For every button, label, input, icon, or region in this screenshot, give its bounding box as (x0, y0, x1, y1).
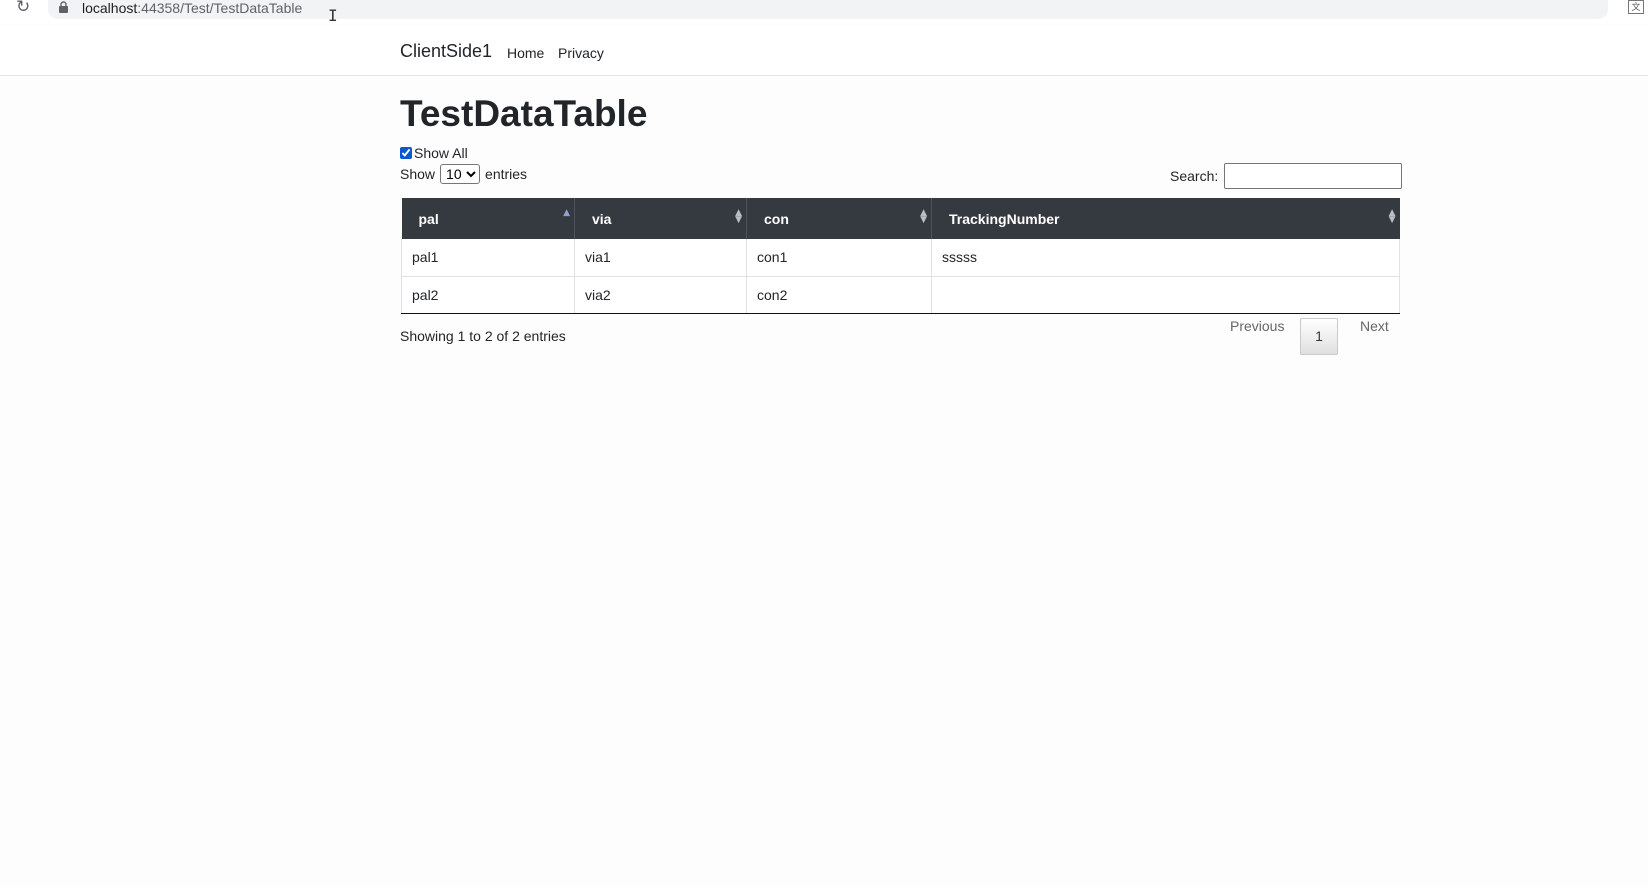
column-header-pal[interactable]: pal ▲ (401, 198, 575, 239)
search-label: Search: (1170, 168, 1219, 184)
sort-both-icon: ▲ ▼ (1388, 208, 1396, 225)
nav-link-privacy[interactable]: Privacy (558, 45, 604, 61)
show-all-label: Show All (414, 145, 468, 161)
page-title: TestDataTable (400, 93, 648, 134)
previous-button[interactable]: Previous (1230, 318, 1284, 334)
entries-length-control: Show 10 entries (400, 164, 527, 184)
url-text: localhost:44358/Test/TestDataTable (82, 0, 303, 16)
navbar: ClientSide1 Home Privacy (0, 25, 1648, 76)
table-cell: con1 (746, 239, 932, 277)
show-all-checkbox[interactable] (400, 147, 412, 159)
reload-icon[interactable]: ↻ (16, 0, 30, 17)
column-header-via[interactable]: via ▲ ▼ (574, 198, 747, 239)
column-header-label: via (592, 210, 612, 227)
table-header-row: pal ▲ via ▲ ▼ con ▲ ▼ TrackingNumber ▲ ▼ (401, 198, 1400, 239)
table-row[interactable]: pal2 via2 con2 (401, 276, 1400, 314)
table-cell: sssss (931, 239, 1400, 277)
text-cursor-icon: I (328, 6, 338, 25)
sort-both-icon: ▲ ▼ (735, 208, 742, 225)
next-button[interactable]: Next (1360, 318, 1389, 334)
column-header-trackingnumber[interactable]: TrackingNumber ▲ ▼ (931, 198, 1400, 239)
navbar-brand[interactable]: ClientSide1 (400, 41, 492, 62)
table-cell: pal2 (401, 276, 575, 314)
column-header-label: pal (418, 210, 439, 227)
sort-both-icon: ▲ ▼ (920, 208, 927, 225)
search-input[interactable] (1224, 163, 1403, 189)
length-prefix: Show (400, 166, 436, 182)
data-table: pal ▲ via ▲ ▼ con ▲ ▼ TrackingNumber ▲ ▼ pa… (401, 198, 1400, 314)
column-header-label: con (764, 210, 789, 227)
table-info: Showing 1 to 2 of 2 entries (400, 328, 566, 344)
length-suffix: entries (485, 166, 528, 182)
browser-address-bar: ↻ localhost:44358/Test/TestDataTable I 文 (0, 0, 1648, 25)
table-cell: via2 (574, 276, 747, 314)
nav-link-home[interactable]: Home (507, 45, 544, 61)
column-header-con[interactable]: con ▲ ▼ (746, 198, 932, 239)
sort-ascending-icon: ▲ (563, 208, 570, 218)
table-cell: con2 (746, 276, 932, 314)
show-all-toggle[interactable]: Show All (400, 145, 468, 161)
search-control: Search: (1170, 163, 1403, 189)
table-cell: pal1 (401, 239, 575, 277)
table-row[interactable]: pal1 via1 con1 sssss (401, 239, 1400, 277)
table-cell: via1 (574, 239, 747, 277)
lock-icon (59, 1, 68, 13)
entries-length-select[interactable]: 10 (440, 164, 481, 184)
table-cell (931, 276, 1400, 314)
page-1-button[interactable]: 1 (1300, 318, 1338, 355)
translate-icon[interactable]: 文 (1628, 0, 1644, 14)
column-header-label: TrackingNumber (949, 210, 1060, 227)
